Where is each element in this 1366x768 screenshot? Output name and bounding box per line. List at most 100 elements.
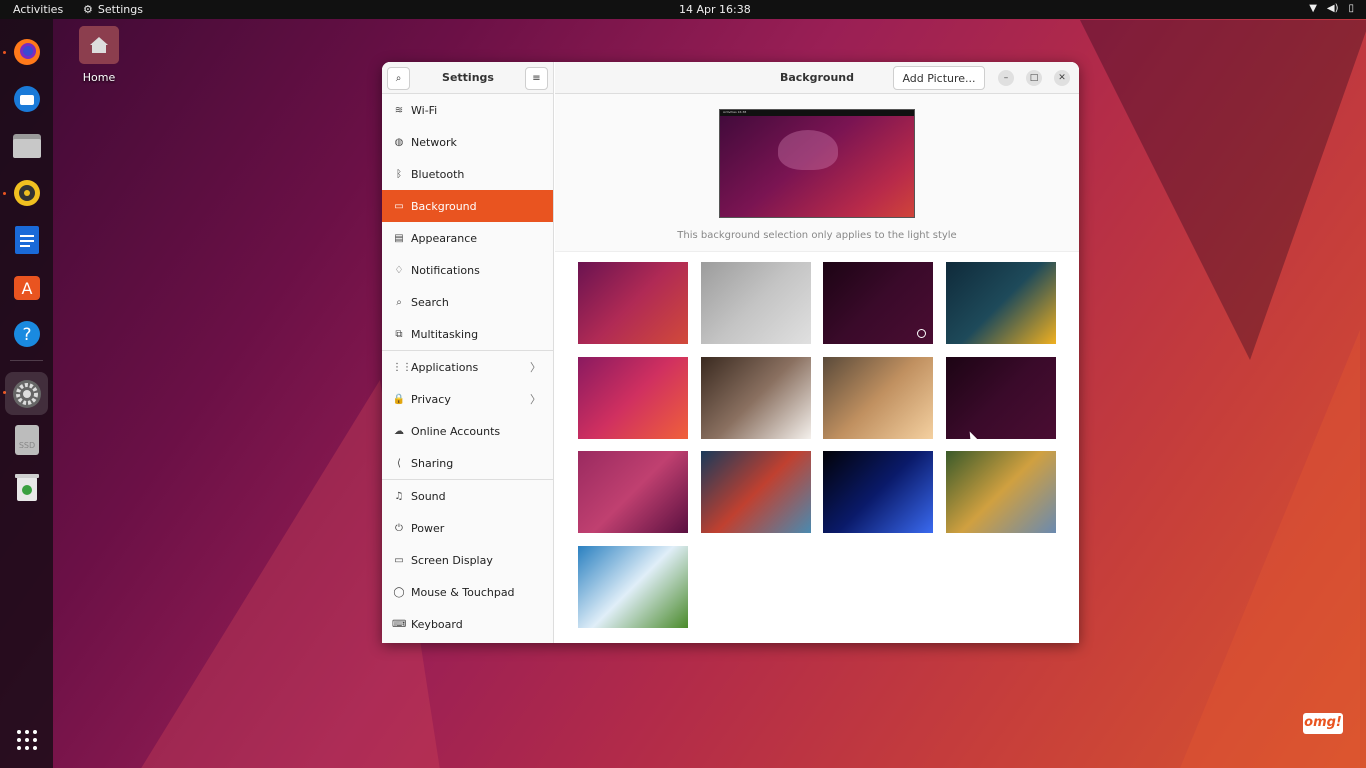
maximize-icon: □ bbox=[1029, 73, 1039, 83]
sidebar-item-label: Power bbox=[411, 521, 445, 535]
show-applications-icon[interactable] bbox=[8, 721, 45, 758]
sidebar-item-label: Applications bbox=[411, 360, 479, 374]
firefox-icon[interactable] bbox=[8, 33, 45, 70]
power-icon: ⏻ bbox=[395, 522, 403, 534]
sidebar-item-bluetooth[interactable]: ᛒ Bluetooth bbox=[382, 158, 553, 190]
clock[interactable]: 14 Apr 16:38 bbox=[679, 3, 751, 16]
wallpaper-thumb-orange-waves[interactable] bbox=[578, 356, 688, 439]
lock-icon: 🔒 bbox=[392, 393, 406, 405]
maximize-button[interactable]: □ bbox=[1026, 70, 1042, 86]
cloud-icon: ☁ bbox=[394, 425, 404, 437]
desktop-home[interactable]: Home bbox=[77, 26, 121, 84]
svg-text:A: A bbox=[21, 279, 32, 298]
settings-window: ⌕ Settings ≡ ≋ Wi-Fi ◍ Network ᛒ Bluetooth ▭ Ba… bbox=[382, 62, 1079, 643]
sidebar-item-wi-fi[interactable]: ≋ Wi-Fi bbox=[382, 94, 553, 126]
wallpaper-thumb-jammy-jellyfish-color[interactable] bbox=[578, 262, 688, 344]
wallpaper-thumb-lake-sunset[interactable] bbox=[700, 451, 811, 534]
chevron-right-icon: 〉 bbox=[530, 393, 541, 406]
sidebar-item-label: Notifications bbox=[411, 263, 480, 277]
app-menu[interactable]: ⚙ Settings bbox=[83, 3, 143, 16]
libreoffice-writer-icon[interactable] bbox=[8, 221, 45, 258]
close-icon: ✕ bbox=[1058, 73, 1066, 83]
wallpaper-thumb-blue-light[interactable] bbox=[823, 451, 933, 534]
wallpaper-thumb-sunset-field[interactable] bbox=[823, 356, 933, 439]
software-center-icon[interactable]: A bbox=[8, 268, 45, 305]
sidebar-item-appearance[interactable]: ▤ Appearance bbox=[382, 222, 553, 254]
sidebar-nav: ≋ Wi-Fi ◍ Network ᛒ Bluetooth ▭ Background ▤ Appe… bbox=[382, 94, 553, 640]
wallpaper-shard-3 bbox=[1180, 330, 1360, 768]
sidebar-item-label: Bluetooth bbox=[411, 167, 465, 181]
mouse-icon: ◯ bbox=[393, 586, 405, 598]
thunderbird-icon[interactable] bbox=[8, 80, 45, 117]
display-icon: ▭ bbox=[394, 554, 404, 566]
chevron-right-icon: 〉 bbox=[530, 361, 541, 374]
appearance-icon: ▤ bbox=[394, 232, 404, 244]
dock-separator bbox=[10, 360, 43, 361]
wallpaper-thumb-dark-purple-logo[interactable] bbox=[823, 262, 933, 344]
files-icon[interactable] bbox=[8, 127, 45, 164]
sidebar-item-multitasking[interactable]: ⧉ Multitasking bbox=[382, 318, 553, 350]
wallpaper-thumb-green-hills[interactable] bbox=[578, 546, 688, 629]
sidebar-item-label: Wi-Fi bbox=[411, 103, 438, 117]
sidebar-item-background[interactable]: ▭ Background bbox=[382, 190, 553, 222]
selected-check-icon bbox=[917, 329, 926, 338]
sidebar-item-label: Multitasking bbox=[411, 327, 479, 341]
volume-icon: ◀) bbox=[1326, 3, 1339, 14]
sidebar-item-keyboard[interactable]: ⌨ Keyboard bbox=[382, 608, 553, 640]
sidebar-item-search[interactable]: ⌕ Search bbox=[382, 286, 553, 318]
sidebar-item-notifications[interactable]: ♢ Notifications bbox=[382, 254, 553, 286]
sidebar-item-applications[interactable]: ⋮⋮ Applications 〉 bbox=[382, 351, 553, 383]
close-button[interactable]: ✕ bbox=[1054, 70, 1070, 86]
running-indicator bbox=[3, 192, 6, 195]
sidebar-item-label: Network bbox=[411, 135, 457, 149]
preview-topbar: Activities 16:38 bbox=[720, 110, 914, 116]
rhythmbox-icon[interactable] bbox=[8, 174, 45, 211]
dock: A ? SSD bbox=[0, 19, 53, 768]
sidebar-item-sharing[interactable]: ⟨ Sharing bbox=[382, 447, 553, 479]
sidebar-item-sound[interactable]: ♫ Sound bbox=[382, 480, 553, 512]
sidebar-item-label: Sound bbox=[411, 489, 446, 503]
wallpaper-thumb-jammy-jellyfish-gray[interactable] bbox=[700, 262, 811, 344]
jellyfish-graphic bbox=[778, 130, 838, 170]
add-picture-button[interactable]: Add Picture... bbox=[893, 66, 985, 90]
activities-button[interactable]: Activities bbox=[13, 3, 63, 16]
drive-icon[interactable]: SSD bbox=[8, 421, 45, 458]
menu-button[interactable]: ≡ bbox=[525, 67, 548, 90]
sidebar-item-privacy[interactable]: 🔒 Privacy 〉 bbox=[382, 383, 553, 415]
hamburger-icon: ≡ bbox=[532, 73, 541, 84]
sidebar-item-network[interactable]: ◍ Network bbox=[382, 126, 553, 158]
sidebar-header: ⌕ Settings ≡ bbox=[382, 62, 553, 94]
share-icon: ⟨ bbox=[397, 457, 401, 469]
network-wireless-icon: ▼ bbox=[1309, 3, 1317, 14]
minimize-button[interactable]: – bbox=[998, 70, 1014, 86]
sidebar-item-label: Mouse & Touchpad bbox=[411, 585, 515, 599]
wallpaper-thumb-dark-purple-logo-2[interactable] bbox=[945, 356, 1056, 439]
wifi-icon: ≋ bbox=[394, 104, 404, 116]
wallpaper-thumb-sunflower[interactable] bbox=[945, 262, 1056, 344]
sidebar: ⌕ Settings ≡ ≋ Wi-Fi ◍ Network ᛒ Bluetooth ▭ Ba… bbox=[382, 62, 554, 643]
sidebar-item-label: Screen Display bbox=[411, 553, 493, 567]
wallpaper-thumb-valley-sunrise[interactable] bbox=[945, 451, 1056, 534]
wallpaper-thumb-white-blossom[interactable] bbox=[700, 356, 811, 439]
sidebar-item-screen-display[interactable]: ▭ Screen Display bbox=[382, 544, 553, 576]
omg-watermark: omg! bbox=[1303, 713, 1343, 734]
settings-icon[interactable] bbox=[5, 372, 48, 415]
system-tray[interactable]: ▼ ◀) ▯ bbox=[1309, 3, 1354, 14]
sidebar-item-label: Privacy bbox=[411, 392, 451, 406]
music-note-icon: ♫ bbox=[394, 490, 404, 502]
sidebar-item-power[interactable]: ⏻ Power bbox=[382, 512, 553, 544]
sidebar-item-online-accounts[interactable]: ☁ Online Accounts bbox=[382, 415, 553, 447]
help-icon[interactable]: ? bbox=[8, 315, 45, 352]
gear-icon: ⚙ bbox=[83, 3, 93, 16]
sidebar-item-label: Online Accounts bbox=[411, 424, 501, 438]
app-menu-label: Settings bbox=[97, 3, 143, 16]
background-preview-area: Activities 16:38 This background selecti… bbox=[555, 94, 1079, 252]
main-panel: Background Add Picture... – □ ✕ Activiti… bbox=[555, 62, 1079, 643]
applications-icon: ⋮⋮ bbox=[392, 361, 412, 373]
wallpaper-thumb-purple-mist[interactable] bbox=[578, 451, 688, 534]
trash-icon[interactable] bbox=[8, 468, 45, 505]
sidebar-item-mouse-touchpad[interactable]: ◯ Mouse & Touchpad bbox=[382, 576, 553, 608]
sidebar-item-label: Search bbox=[411, 295, 449, 309]
search-icon: ⌕ bbox=[396, 296, 402, 308]
minimize-icon: – bbox=[1003, 73, 1009, 83]
